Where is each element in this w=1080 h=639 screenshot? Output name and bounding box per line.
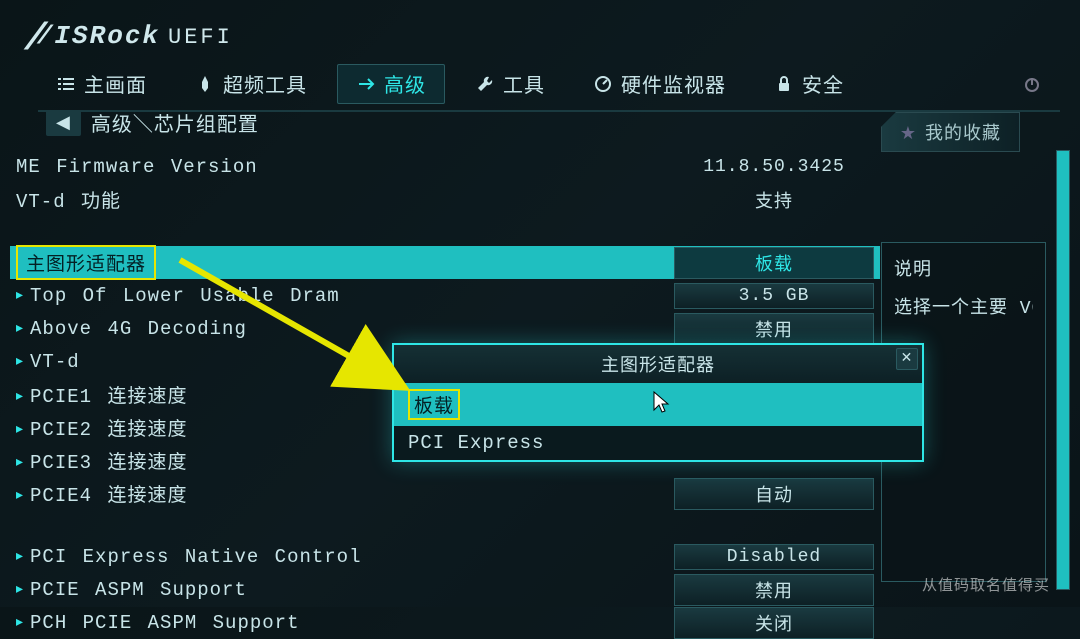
watermark-text: 从值码取名值得买 [922, 574, 1050, 595]
description-title: 说明 [894, 255, 1033, 281]
setting-me-firmware: ME Firmware Version 11.8.50.3425 [10, 150, 880, 183]
power-icon [1022, 74, 1042, 94]
power-button[interactable] [1004, 70, 1060, 98]
favorites-button[interactable]: ★ 我的收藏 [881, 112, 1020, 152]
popup-title: 主图形适配器 ✕ [394, 345, 922, 383]
nav-oc[interactable]: 超频工具 [177, 65, 325, 103]
nav-oc-label: 超频工具 [223, 69, 307, 99]
setting-pch-aspm[interactable]: ▸PCH PCIE ASPM Support 关闭 [10, 606, 880, 639]
vtd-func-value: 支持 [674, 187, 874, 213]
star-icon [356, 74, 376, 94]
setting-above-4g[interactable]: ▸Above 4G Decoding 禁用 [10, 312, 880, 345]
me-firmware-value: 11.8.50.3425 [674, 157, 874, 177]
setting-primary-gfx[interactable]: 主图形适配器 板载 [10, 246, 880, 279]
nav-tools-label: 工具 [503, 69, 545, 99]
top-lower-dram-value[interactable]: 3.5 GB [674, 283, 874, 309]
setting-pcie4[interactable]: ▸PCIE4 连接速度 自动 [10, 477, 880, 510]
primary-gfx-label: 主图形适配器 [16, 245, 156, 280]
nav-tools[interactable]: 工具 [457, 65, 563, 103]
nav-hwmonitor[interactable]: 硬件监视器 [575, 65, 744, 103]
back-arrow-icon[interactable]: ◀ [46, 110, 81, 136]
close-icon[interactable]: ✕ [896, 348, 918, 370]
logo: //ISRockUEFI [24, 18, 233, 61]
list-icon [56, 74, 76, 94]
setting-pci-native[interactable]: ▸PCI Express Native Control Disabled [10, 540, 880, 573]
breadcrumb: ◀ 高级＼芯片组配置 [46, 108, 259, 138]
setting-pcie-aspm[interactable]: ▸PCIE ASPM Support 禁用 [10, 573, 880, 606]
favorites-label: 我的收藏 [925, 125, 1001, 145]
lock-icon [774, 74, 794, 94]
star-icon: ★ [900, 125, 917, 145]
primary-gfx-value[interactable]: 板载 [674, 247, 874, 279]
gauge-icon [593, 74, 613, 94]
nav-advanced-label: 高级 [384, 69, 426, 99]
pcie-aspm-value[interactable]: 禁用 [674, 574, 874, 606]
nav-security-label: 安全 [802, 69, 844, 99]
pch-aspm-value[interactable]: 关闭 [674, 607, 874, 639]
scrollbar[interactable] [1056, 150, 1070, 590]
setting-vtd-func: VT-d 功能 支持 [10, 183, 880, 216]
pci-native-value[interactable]: Disabled [674, 544, 874, 570]
primary-gfx-popup: 主图形适配器 ✕ 板载 PCI Express [392, 343, 924, 462]
nav-main-label: 主画面 [84, 69, 147, 99]
top-navigation: 主画面 超频工具 高级 工具 硬件监视器 安全 [38, 64, 1060, 112]
nav-advanced[interactable]: 高级 [337, 64, 445, 104]
popup-option-pcie-label: PCI Express [408, 432, 544, 454]
breadcrumb-text: 高级＼芯片组配置 [91, 108, 259, 138]
setting-top-lower-dram[interactable]: ▸Top Of Lower Usable Dram 3.5 GB [10, 279, 880, 312]
pcie4-value[interactable]: 自动 [674, 478, 874, 510]
rocket-icon [195, 74, 215, 94]
wrench-icon [475, 74, 495, 94]
popup-option-pcie[interactable]: PCI Express [394, 426, 922, 460]
popup-option-onboard[interactable]: 板载 [394, 383, 922, 426]
nav-main[interactable]: 主画面 [38, 65, 165, 103]
description-body: 选择一个主要 VG [894, 293, 1033, 319]
popup-option-onboard-label: 板载 [408, 389, 460, 420]
above-4g-value[interactable]: 禁用 [674, 313, 874, 345]
nav-security[interactable]: 安全 [756, 65, 862, 103]
nav-hwmonitor-label: 硬件监视器 [621, 69, 726, 99]
